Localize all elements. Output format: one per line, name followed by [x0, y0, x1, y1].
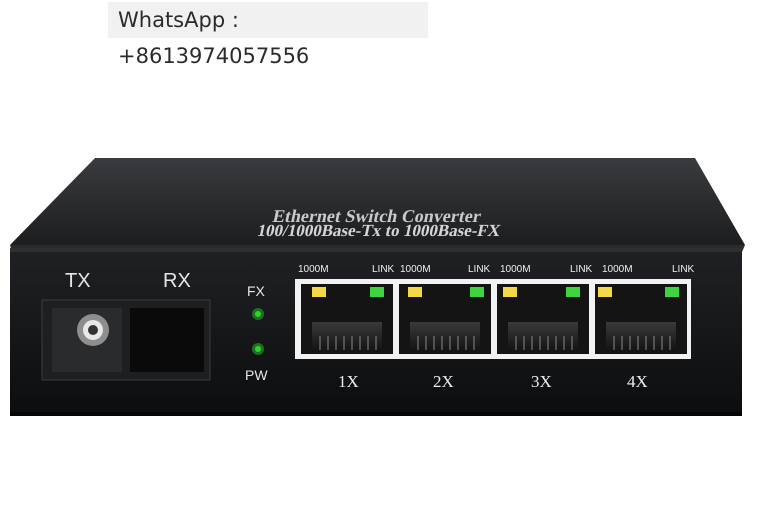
- fx-label: FX: [247, 283, 266, 299]
- port-2-link-label: LINK: [468, 264, 491, 275]
- device-illustration: Ethernet Switch Converter 100/1000Base-T…: [10, 158, 745, 416]
- rx-label: RX: [163, 270, 191, 292]
- port-1-link-label: LINK: [372, 264, 395, 275]
- rj45-port-4: [595, 284, 687, 354]
- rx-port: [130, 308, 204, 372]
- port-3-speed-label: 1000M: [500, 264, 531, 275]
- port-3-link-label: LINK: [570, 264, 593, 275]
- ethernet-switch-converter: Ethernet Switch Converter 100/1000Base-T…: [0, 0, 775, 517]
- tx-label: TX: [65, 270, 91, 292]
- port-2-speed-label: 1000M: [400, 264, 431, 275]
- rj45-port-1: [301, 284, 393, 354]
- port-1-speed-label: 1000M: [298, 264, 329, 275]
- rj45-port-3: [497, 284, 589, 354]
- port-3-number: 3X: [531, 372, 552, 391]
- pw-label: PW: [245, 367, 268, 383]
- port-2-number: 2X: [433, 372, 454, 391]
- port-1-number: 1X: [338, 372, 359, 391]
- port-4-number: 4X: [627, 372, 648, 391]
- port-4-link-label: LINK: [672, 264, 695, 275]
- port-4-speed-label: 1000M: [602, 264, 633, 275]
- device-title-line2: 100/1000Base-Tx to 1000Base-FX: [256, 221, 503, 240]
- rj45-port-2: [399, 284, 491, 354]
